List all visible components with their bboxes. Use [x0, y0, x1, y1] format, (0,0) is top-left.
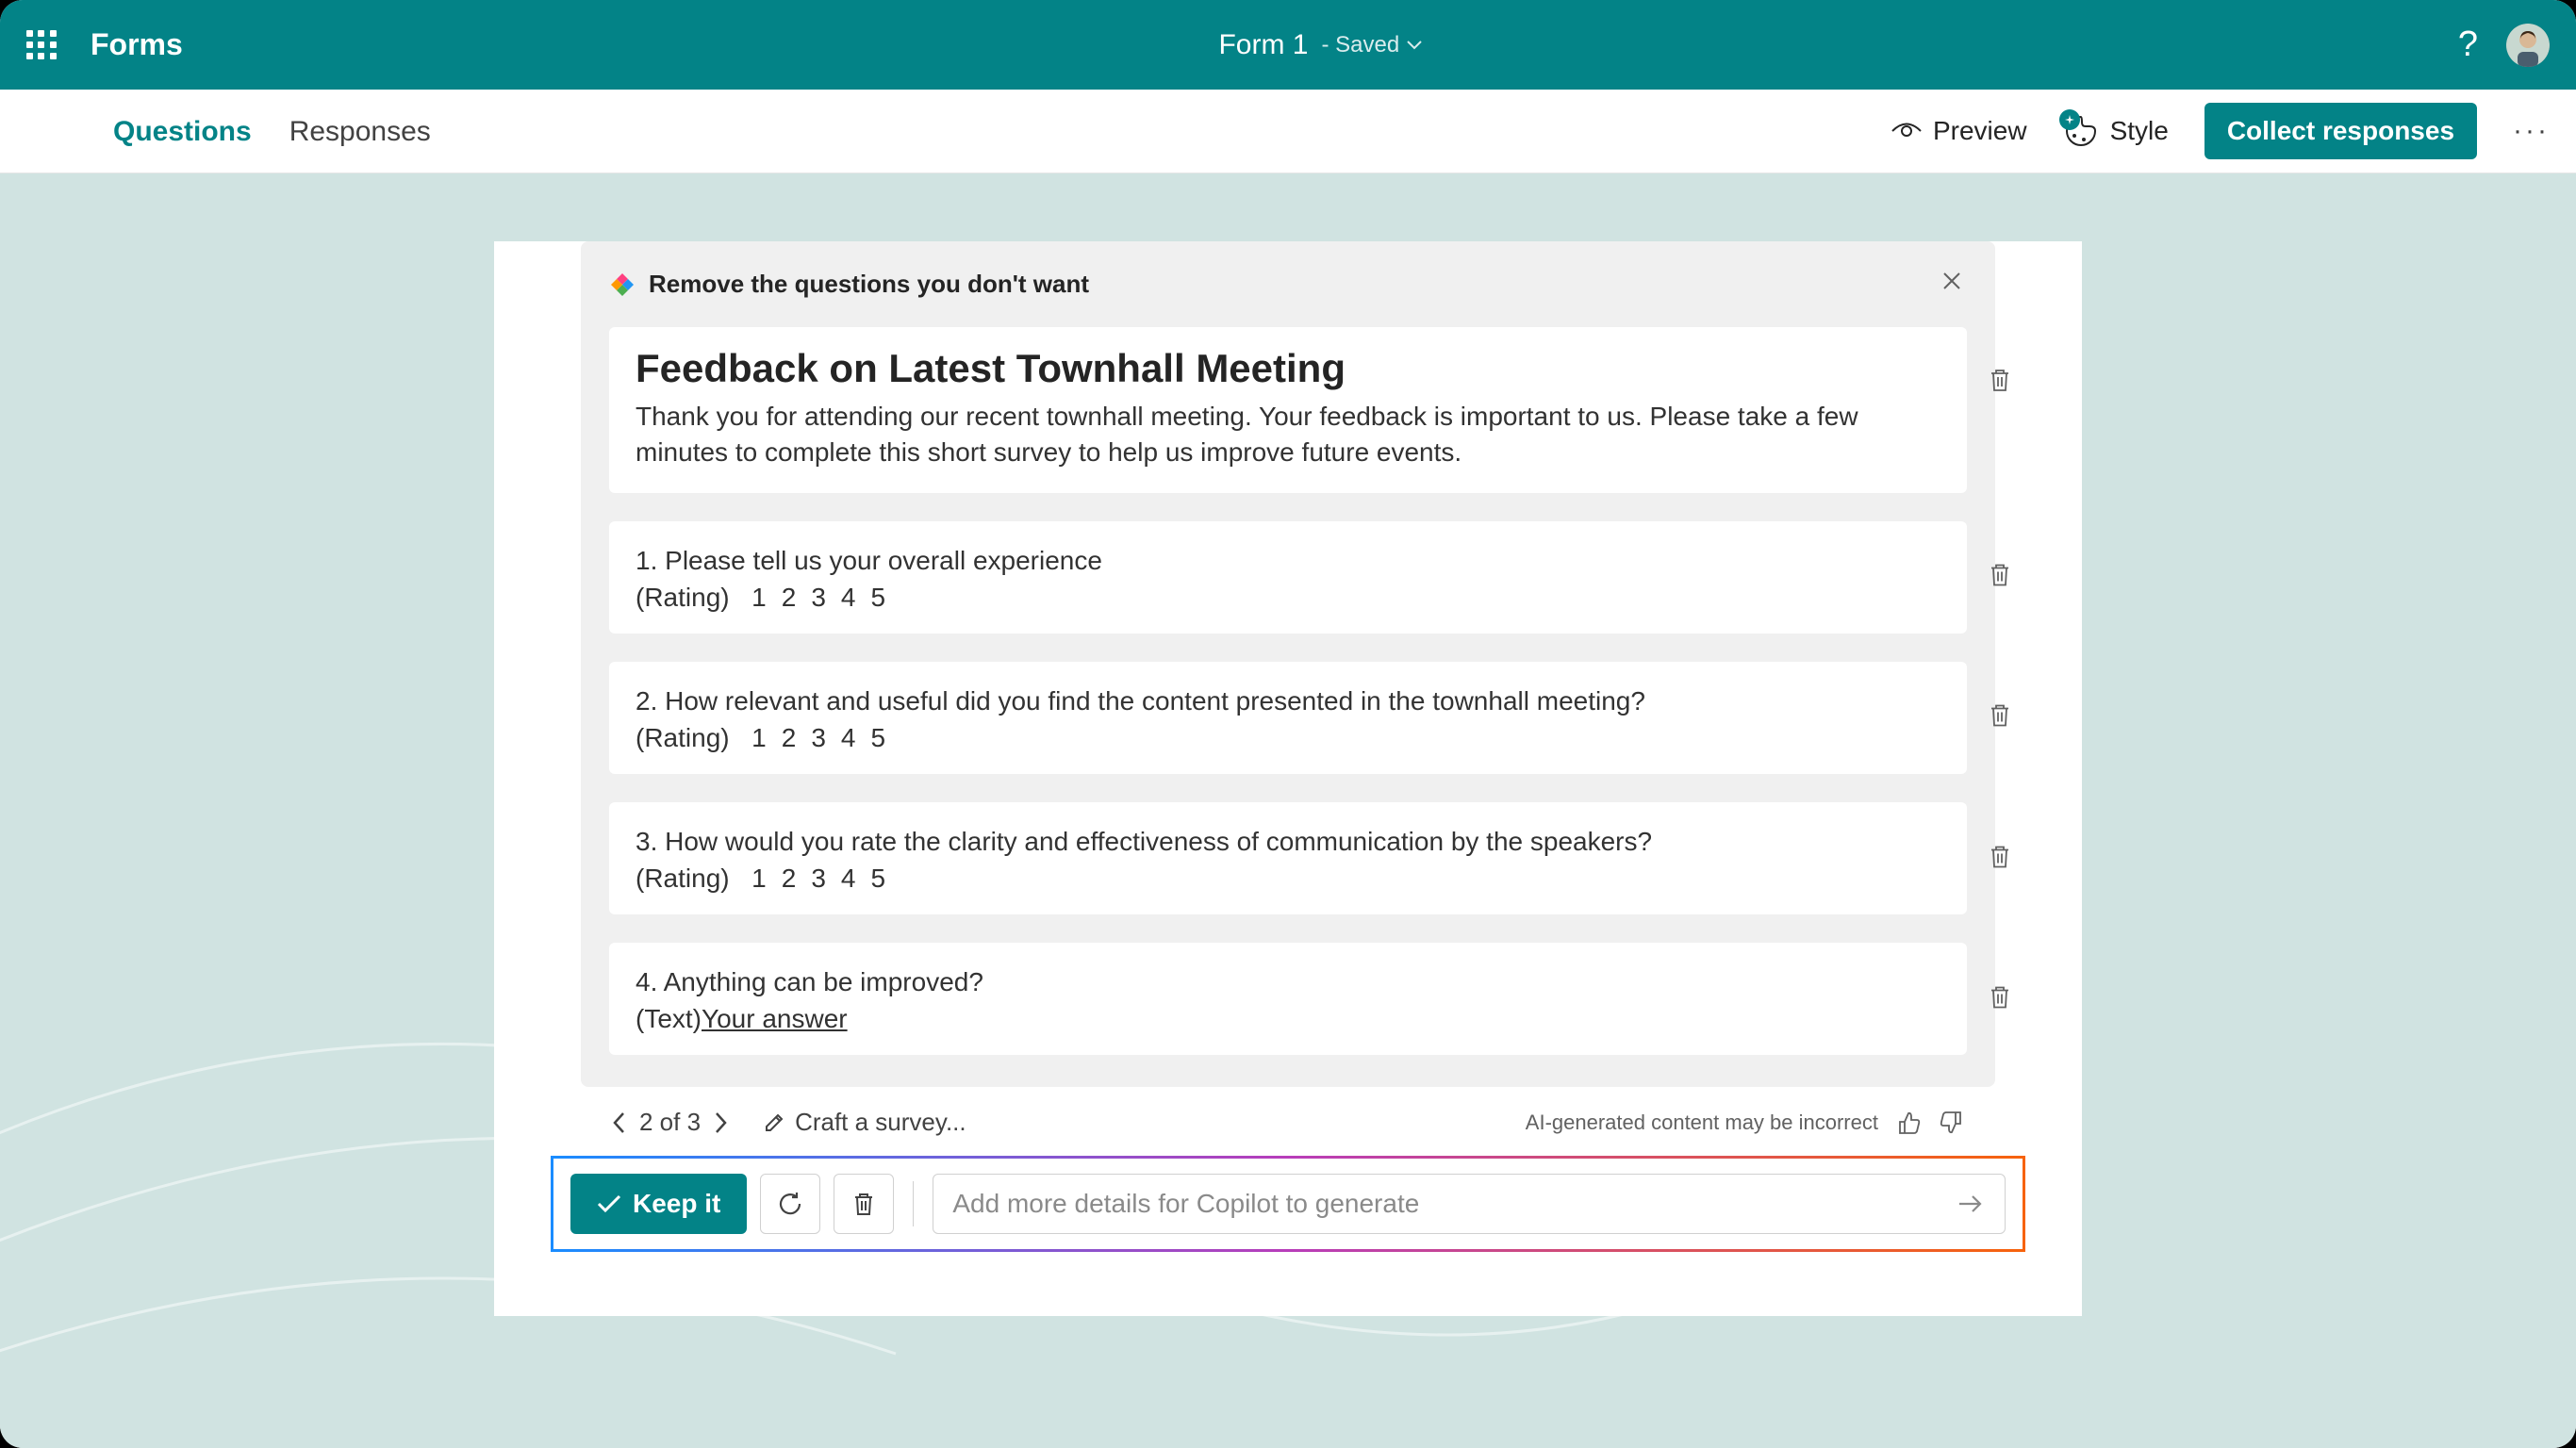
form-description: Thank you for attending our recent townh…: [636, 399, 1940, 470]
avatar[interactable]: [2506, 24, 2550, 67]
craft-survey-button[interactable]: Craft a survey...: [763, 1108, 966, 1137]
preview-label: Preview: [1933, 116, 2027, 146]
save-status-dropdown[interactable]: - Saved: [1321, 32, 1422, 58]
question-type-row: (Rating) 12345: [636, 723, 1940, 753]
copilot-action-bar: Keep it: [551, 1156, 2025, 1252]
question-type-row: (Rating) 12345: [636, 864, 1940, 894]
question-card-4[interactable]: 4. Anything can be improved? (Text)Your …: [609, 943, 1967, 1055]
keep-it-button[interactable]: Keep it: [570, 1174, 747, 1234]
question-type-row: (Rating) 12345: [636, 583, 1940, 613]
more-options-icon[interactable]: ···: [2513, 115, 2550, 147]
chevron-left-icon[interactable]: [611, 1111, 628, 1135]
delete-question-icon[interactable]: [1988, 843, 2012, 874]
delete-question-icon[interactable]: [1988, 983, 2012, 1014]
pager-text: 2 of 3: [639, 1108, 701, 1137]
copilot-prompt-wrapper: [933, 1174, 2006, 1234]
copilot-header-text: Remove the questions you don't want: [649, 270, 1089, 299]
form-card: Remove the questions you don't want Feed…: [494, 241, 2082, 1316]
question-card-2[interactable]: 2. How relevant and useful did you find …: [609, 662, 1967, 774]
question-card-1[interactable]: 1. Please tell us your overall experienc…: [609, 521, 1967, 634]
form-title[interactable]: Form 1: [1218, 29, 1308, 61]
preview-button[interactable]: Preview: [1891, 116, 2027, 146]
question-type-row: (Text)Your answer: [636, 1004, 1940, 1034]
delete-section-icon[interactable]: [1988, 367, 2012, 398]
tab-questions[interactable]: Questions: [113, 116, 252, 165]
discard-button[interactable]: [834, 1174, 894, 1234]
app-name: Forms: [91, 27, 183, 62]
eye-icon: [1891, 121, 1922, 141]
craft-label: Craft a survey...: [795, 1108, 966, 1137]
ai-disclaimer: AI-generated content may be incorrect: [1526, 1111, 1878, 1135]
saved-label: - Saved: [1321, 32, 1399, 58]
thumbs-up-icon[interactable]: [1895, 1110, 1922, 1136]
question-text: 4. Anything can be improved?: [636, 963, 1940, 1000]
pencil-icon: [763, 1111, 785, 1134]
thumbs-down-icon[interactable]: [1939, 1110, 1965, 1136]
copilot-panel: Remove the questions you don't want Feed…: [581, 241, 1995, 1087]
question-text: 2. How relevant and useful did you find …: [636, 683, 1940, 719]
check-icon: [597, 1194, 621, 1213]
delete-question-icon[interactable]: [1988, 562, 2012, 593]
copilot-prompt-input[interactable]: [952, 1189, 1956, 1219]
close-icon[interactable]: [1940, 270, 1963, 297]
form-name: Feedback on Latest Townhall Meeting: [636, 346, 1940, 391]
help-icon[interactable]: ?: [2458, 25, 2478, 65]
style-label: Style: [2110, 116, 2169, 146]
refresh-icon: [775, 1189, 805, 1219]
tab-responses[interactable]: Responses: [289, 116, 431, 165]
trash-icon: [850, 1190, 877, 1218]
chevron-down-icon: [1407, 41, 1422, 50]
question-card-3[interactable]: 3. How would you rate the clarity and ef…: [609, 802, 1967, 914]
question-text: 3. How would you rate the clarity and ef…: [636, 823, 1940, 860]
style-button[interactable]: Style: [2063, 113, 2169, 149]
app-launcher-icon[interactable]: [26, 30, 57, 60]
keep-label: Keep it: [633, 1189, 720, 1219]
chevron-right-icon[interactable]: [712, 1111, 729, 1135]
question-text: 1. Please tell us your overall experienc…: [636, 542, 1940, 579]
copilot-logo-icon: [609, 272, 636, 298]
collect-responses-button[interactable]: Collect responses: [2204, 103, 2477, 159]
divider: [913, 1181, 914, 1226]
form-header-card[interactable]: Feedback on Latest Townhall Meeting Than…: [609, 327, 1967, 493]
submit-arrow-icon[interactable]: [1956, 1193, 1986, 1215]
delete-question-icon[interactable]: [1988, 702, 2012, 733]
regenerate-button[interactable]: [760, 1174, 820, 1234]
style-badge-icon: [2059, 109, 2080, 130]
